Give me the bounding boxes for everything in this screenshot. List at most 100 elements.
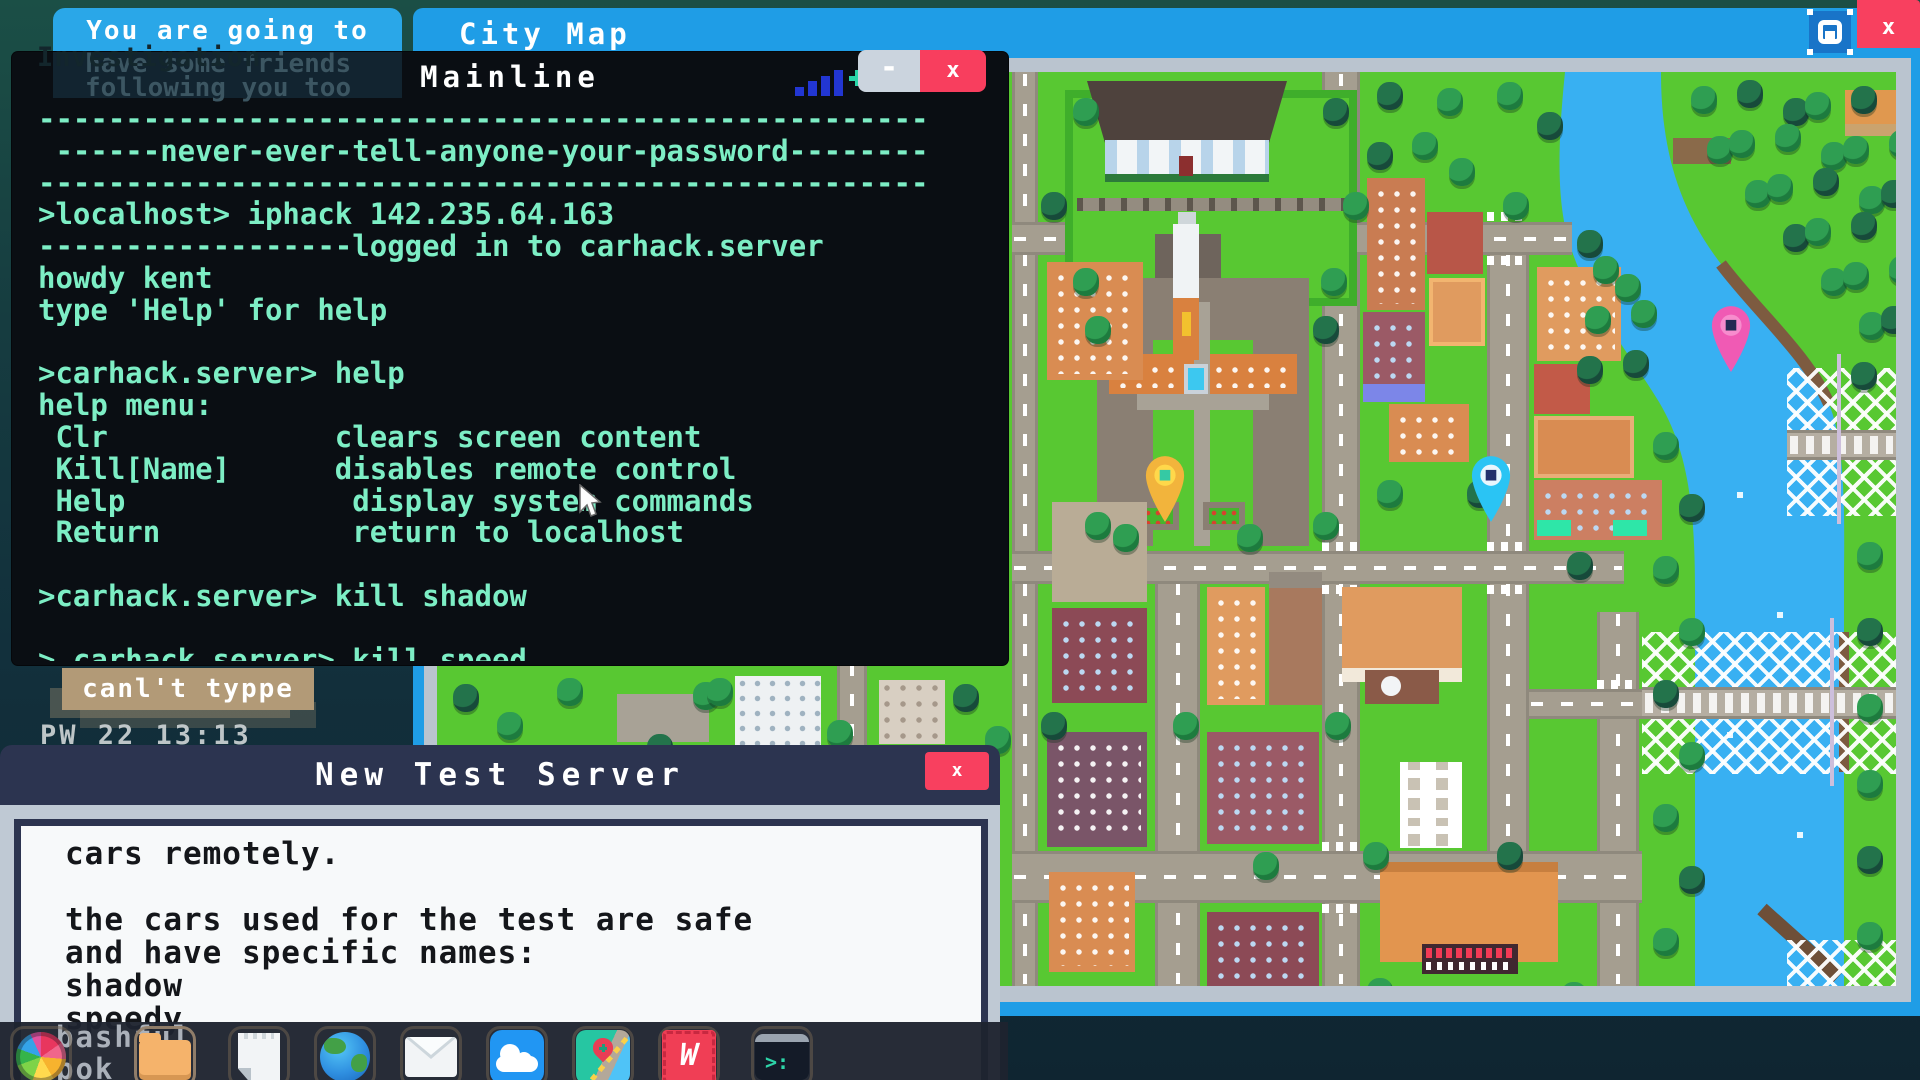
globe-icon bbox=[320, 1032, 370, 1080]
map-tree bbox=[1577, 356, 1603, 384]
document-line: cars remotely. bbox=[65, 838, 981, 871]
map-tree bbox=[1367, 142, 1393, 170]
terminal-line: Kill[Name] disables remote control bbox=[38, 454, 1000, 486]
document-line: and have specific names: bbox=[65, 937, 981, 970]
map-tree bbox=[707, 678, 733, 706]
map-tree bbox=[1567, 552, 1593, 580]
map-building bbox=[1173, 224, 1199, 298]
map-tree bbox=[1631, 300, 1657, 328]
map-crosswalk bbox=[1487, 256, 1527, 265]
map-tree bbox=[1679, 742, 1705, 770]
map-building bbox=[1049, 872, 1135, 972]
map-tree bbox=[1851, 362, 1877, 390]
maps-icon bbox=[576, 1030, 630, 1080]
terminal-close-button[interactable]: x bbox=[920, 50, 986, 92]
map-tree bbox=[1813, 168, 1839, 196]
terminal-line: Help display system commands bbox=[38, 486, 1000, 518]
map-building bbox=[1052, 608, 1147, 703]
globe-icon[interactable] bbox=[314, 1026, 376, 1080]
map-tree bbox=[1729, 130, 1755, 158]
map-tree bbox=[1313, 316, 1339, 344]
map-crosswalk bbox=[1322, 842, 1362, 851]
map-building bbox=[1426, 962, 1514, 970]
terminal-line: ----------------------------------------… bbox=[38, 168, 1000, 200]
yellow-pin[interactable] bbox=[1143, 454, 1187, 524]
map-building bbox=[1269, 572, 1322, 705]
minimize-button[interactable]: - bbox=[858, 50, 920, 92]
map-tree bbox=[1537, 112, 1563, 140]
map-tree bbox=[557, 678, 583, 706]
pink-pin[interactable] bbox=[1709, 304, 1753, 374]
map-tree bbox=[1323, 98, 1349, 126]
terminal-line: >localhost> iphack 142.235.64.163 bbox=[38, 199, 1000, 231]
map-tree bbox=[1805, 218, 1831, 246]
map-crosswalk bbox=[1487, 585, 1527, 594]
map-crosswalk bbox=[1322, 904, 1362, 913]
cyan-pin[interactable] bbox=[1469, 454, 1513, 524]
map-bridge bbox=[1830, 618, 1834, 786]
map-tree bbox=[1041, 712, 1067, 740]
map-tree bbox=[1497, 842, 1523, 870]
map-building bbox=[1179, 156, 1193, 176]
map-tree bbox=[1805, 92, 1831, 120]
background-window-title: Investigation bbox=[37, 42, 261, 73]
terminal-line: Return return to localhost bbox=[38, 517, 1000, 549]
map-building bbox=[1389, 404, 1469, 462]
map-building bbox=[1381, 676, 1401, 696]
map-building bbox=[1207, 587, 1265, 705]
mail-icon bbox=[405, 1037, 457, 1077]
folder-icon[interactable] bbox=[134, 1026, 196, 1080]
map-tree bbox=[1881, 180, 1896, 208]
map-tree bbox=[1073, 268, 1099, 296]
w-stamp-icon[interactable]: W bbox=[658, 1026, 720, 1080]
new-test-server-close-button[interactable]: x bbox=[925, 752, 989, 790]
map-tree bbox=[1737, 80, 1763, 108]
map-building bbox=[1182, 312, 1191, 336]
terminal-line: help menu: bbox=[38, 390, 1000, 422]
terminal-window[interactable]: have some friendsfollowing you too Mainl… bbox=[12, 52, 1008, 665]
notes-icon[interactable] bbox=[228, 1026, 290, 1080]
map-tree bbox=[1503, 192, 1529, 220]
maximize-button[interactable] bbox=[1809, 11, 1851, 53]
map-bridge bbox=[1787, 460, 1896, 516]
map-crosswalk bbox=[1597, 680, 1637, 689]
map-road bbox=[1529, 689, 1644, 719]
terminal-icon[interactable]: >: bbox=[751, 1026, 813, 1080]
map-tree bbox=[1173, 712, 1199, 740]
map-tree bbox=[1437, 88, 1463, 116]
terminal-output[interactable]: ----------------------------------------… bbox=[38, 104, 1000, 661]
city-map-close-button[interactable]: x bbox=[1857, 0, 1920, 48]
map-building bbox=[1207, 912, 1319, 986]
map-tree bbox=[1857, 694, 1883, 722]
map-tree bbox=[1113, 524, 1139, 552]
map-tree bbox=[953, 684, 979, 712]
map-tree bbox=[1653, 556, 1679, 584]
map-tree bbox=[1851, 86, 1877, 114]
document-line: the cars used for the test are safe bbox=[65, 904, 981, 937]
map-tree bbox=[1577, 230, 1603, 258]
map-tree bbox=[1041, 192, 1067, 220]
map-tree bbox=[1585, 306, 1611, 334]
cloud-icon bbox=[490, 1030, 544, 1080]
map-building bbox=[1534, 416, 1634, 478]
map-building bbox=[1400, 762, 1462, 848]
map-building bbox=[1184, 364, 1208, 394]
map-crosswalk bbox=[1322, 542, 1362, 551]
browser-icon[interactable] bbox=[10, 1026, 72, 1080]
new-test-server-titlebar[interactable]: New Test Server x bbox=[0, 745, 1000, 805]
map-road bbox=[1012, 72, 1038, 986]
map-tree bbox=[1679, 866, 1705, 894]
map-bridge bbox=[1787, 940, 1896, 986]
map-tree bbox=[1691, 86, 1717, 114]
map-tree bbox=[497, 712, 523, 740]
cloud-icon[interactable] bbox=[486, 1026, 548, 1080]
maps-icon[interactable] bbox=[572, 1026, 634, 1080]
map-building bbox=[1537, 520, 1571, 536]
map-tree bbox=[1857, 922, 1883, 950]
terminal-line: ------never-ever-tell-anyone-your-passwo… bbox=[38, 136, 1000, 168]
terminal-icon: >: bbox=[755, 1034, 809, 1080]
map-road bbox=[1155, 551, 1200, 986]
map-tree bbox=[1253, 852, 1279, 880]
map-tree bbox=[1615, 274, 1641, 302]
mail-icon[interactable] bbox=[400, 1026, 462, 1080]
